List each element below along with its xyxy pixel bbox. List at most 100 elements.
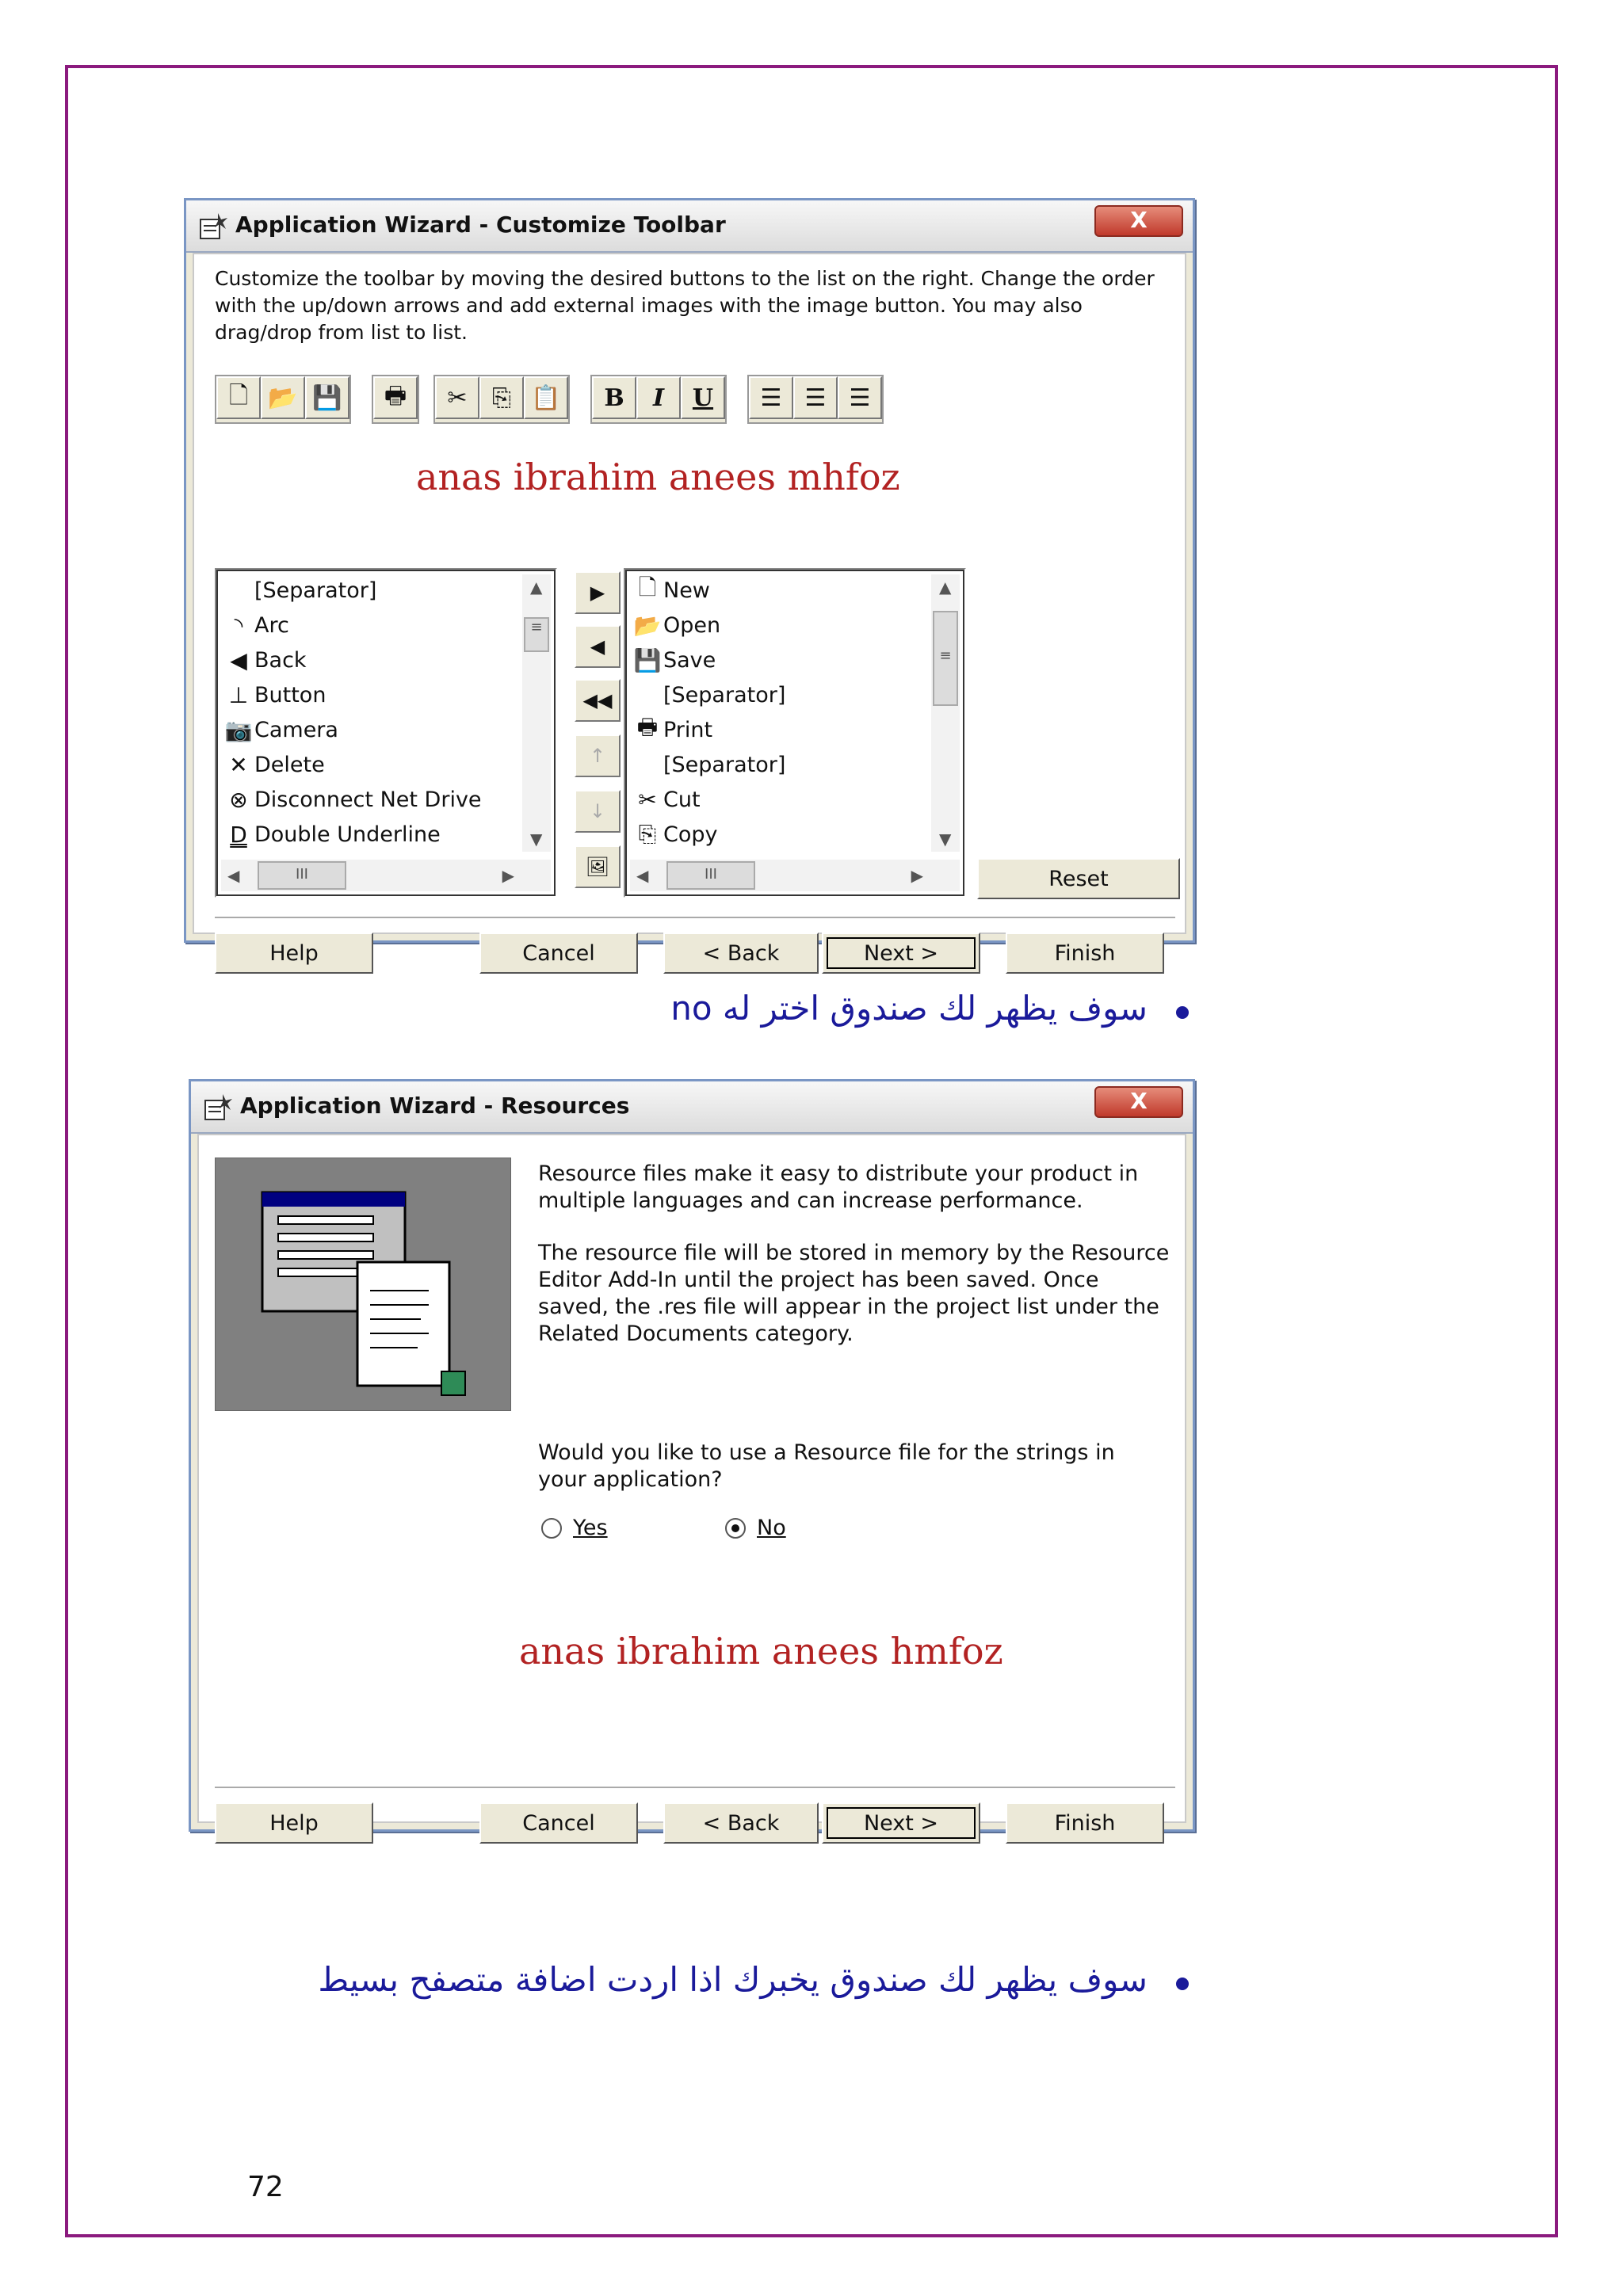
underline-icon[interactable]: U (681, 376, 725, 419)
list-item[interactable]: ✕ Delete (223, 747, 325, 782)
toolbar-group-file: 🗋 📂 💾 (215, 375, 351, 424)
list-item[interactable]: 📂 Open (632, 608, 721, 643)
new-doc-icon[interactable]: 🗋 (216, 376, 261, 419)
scroll-down-icon[interactable]: ▼ (939, 830, 951, 849)
align-right-icon[interactable]: ☰ (838, 376, 882, 419)
remove-button[interactable]: ◀ (575, 625, 621, 668)
separator (215, 1787, 1175, 1790)
reset-button[interactable]: Reset (977, 858, 1180, 899)
list-item-label: Button (254, 682, 327, 707)
scroll-thumb[interactable]: ≡ (524, 617, 549, 652)
watermark-text: anas ibrahim anees hmfoz (519, 1630, 1003, 1672)
scroll-left-icon[interactable]: ◀ (636, 866, 648, 885)
save-icon: 💾 (633, 646, 662, 673)
list-item-label: Copy (663, 822, 718, 847)
resource-description: Resource files make it easy to distribut… (538, 1161, 1139, 1213)
vertical-scrollbar[interactable]: ▲ ≡ ▼ (522, 574, 551, 852)
align-center-icon[interactable]: ☰ (793, 376, 838, 419)
help-button[interactable]: Help (215, 1802, 373, 1844)
close-button[interactable]: X (1094, 205, 1183, 237)
vertical-scrollbar[interactable]: ▲ ≡ ▼ (931, 574, 960, 852)
paste-icon[interactable]: 📋 (524, 376, 568, 419)
back-icon: ◀ (230, 646, 247, 673)
title-bar: Application Wizard - Resources X (191, 1081, 1193, 1134)
title-bar: Application Wizard - Customize Toolbar X (186, 200, 1193, 253)
list-item[interactable]: [Separator] (632, 747, 785, 782)
scroll-up-icon[interactable]: ▲ (530, 578, 542, 597)
available-buttons-list[interactable]: [Separator] ◝ Arc ◀ Back ⊥ Button 📷 Camera ✕… (215, 568, 557, 898)
print-icon[interactable]: 🖶 (373, 376, 418, 419)
scroll-right-icon[interactable]: ▶ (911, 866, 923, 885)
list-item[interactable]: [Separator] (223, 573, 376, 608)
camera-icon: 📷 (224, 716, 253, 743)
cancel-button[interactable]: Cancel (479, 1802, 638, 1844)
save-icon[interactable]: 💾 (305, 376, 349, 419)
list-item[interactable]: ◝ Arc (223, 608, 289, 643)
cancel-button[interactable]: Cancel (479, 933, 638, 974)
radio-no[interactable]: No (725, 1516, 786, 1540)
scroll-down-icon[interactable]: ▼ (530, 830, 542, 849)
close-button[interactable]: X (1094, 1086, 1183, 1118)
back-button[interactable]: < Back (663, 1802, 819, 1844)
resource-illustration (215, 1158, 511, 1411)
list-item[interactable]: D Double Underline (223, 817, 441, 852)
bullet-icon (1176, 1978, 1189, 1990)
list-item-label: Open (663, 612, 721, 638)
list-item[interactable]: 💾 Save (632, 643, 716, 677)
help-button[interactable]: Help (215, 933, 373, 974)
back-button[interactable]: < Back (663, 933, 819, 974)
scroll-thumb[interactable]: III (666, 861, 755, 890)
italic-icon[interactable]: I (636, 376, 681, 419)
separator (215, 917, 1175, 920)
remove-all-button[interactable]: ◀◀ (575, 679, 621, 722)
finish-button[interactable]: Finish (1006, 933, 1164, 974)
scroll-left-icon[interactable]: ◀ (227, 866, 239, 885)
toolbar-buttons-list[interactable]: 🗋 New 📂 Open 💾 Save [Separator] 🖶 Print [Sep… (624, 568, 966, 898)
scroll-thumb[interactable]: ≡ (933, 611, 958, 706)
copy-icon[interactable]: ⎘ (479, 376, 524, 419)
radio-circle (725, 1517, 746, 1539)
radio-yes[interactable]: Yes (541, 1516, 608, 1540)
toolbar-preview: 🗋 📂 💾 🖶 ✂ ⎘ 📋 B I U ☰ ☰ ☰ (215, 375, 928, 424)
disconnect-drive-icon: ⊗ (229, 786, 248, 813)
list-item[interactable]: 🖶 Print (632, 712, 712, 747)
next-button[interactable]: Next > (822, 933, 980, 974)
align-left-icon[interactable]: ☰ (749, 376, 793, 419)
list-item[interactable]: ⊥ Button (223, 677, 327, 712)
bold-icon[interactable]: B (592, 376, 636, 419)
wizard-icon (200, 213, 227, 239)
horizontal-scrollbar[interactable]: ◀ III ▶ (221, 860, 551, 891)
list-item[interactable]: ⎘ Copy (632, 817, 718, 852)
list-item[interactable]: 🗋 New (632, 573, 710, 608)
bullet-icon (1176, 1006, 1189, 1019)
bullet-text: سوف يظهر لك صندوق اختر له no (670, 989, 1148, 1028)
list-item[interactable]: ⊗ Disconnect Net Drive (223, 782, 481, 817)
list-item[interactable]: 📷 Camera (223, 712, 338, 747)
add-button[interactable]: ▶ (575, 571, 621, 614)
horizontal-scrollbar[interactable]: ◀ III ▶ (630, 860, 960, 891)
customize-toolbar-dialog: Application Wizard - Customize Toolbar X… (184, 198, 1195, 974)
image-button[interactable]: 🖼 (575, 845, 621, 888)
list-item[interactable]: ✂ Cut (632, 782, 701, 817)
list-item-label: Arc (254, 612, 289, 638)
cut-icon: ✂ (638, 786, 657, 813)
list-item[interactable]: ◀ Back (223, 643, 306, 677)
move-up-button[interactable]: ↑ (575, 734, 621, 777)
list-item[interactable]: [Separator] (632, 677, 785, 712)
list-item-label: Cut (663, 787, 701, 812)
radio-label: Yes (573, 1516, 608, 1540)
scroll-thumb[interactable]: III (258, 861, 346, 890)
cut-icon[interactable]: ✂ (435, 376, 479, 419)
list-item-label: New (663, 578, 710, 603)
scroll-right-icon[interactable]: ▶ (502, 866, 514, 885)
list-item-label: Save (663, 647, 716, 673)
finish-button[interactable]: Finish (1006, 1802, 1164, 1844)
next-button[interactable]: Next > (822, 1802, 980, 1844)
toolbar-group-align: ☰ ☰ ☰ (747, 375, 884, 424)
list-item-label: Double Underline (254, 822, 441, 847)
double-underline-icon: D (230, 821, 247, 848)
scroll-up-icon[interactable]: ▲ (939, 578, 951, 597)
move-down-button[interactable]: ↓ (575, 790, 621, 833)
open-folder-icon[interactable]: 📂 (261, 376, 305, 419)
list-item-label: Delete (254, 752, 325, 777)
